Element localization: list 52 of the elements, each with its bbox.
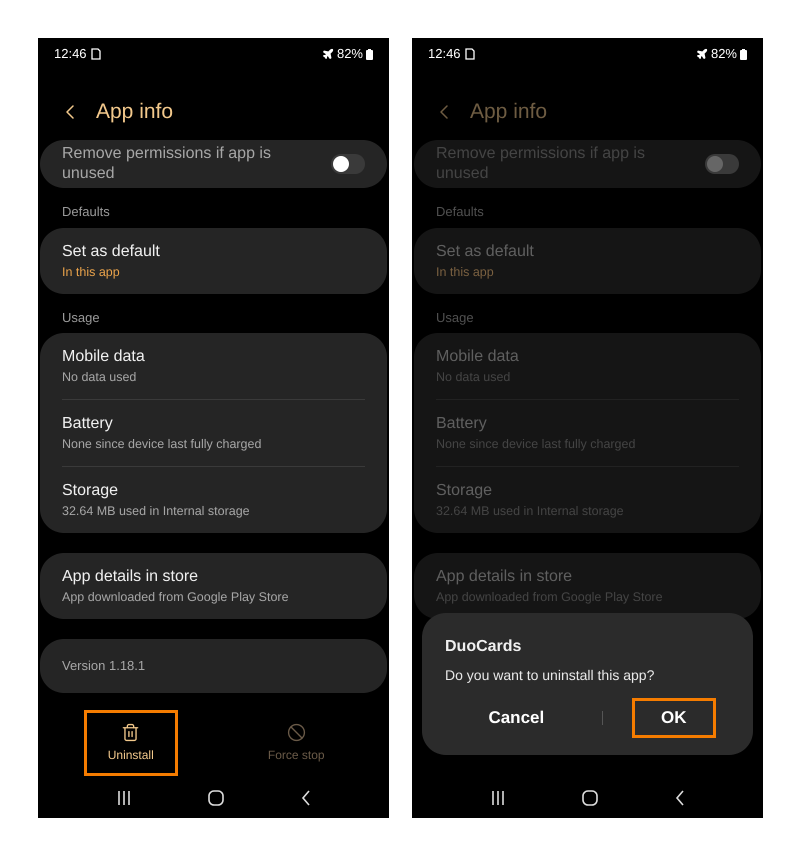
airplane-icon (696, 48, 708, 60)
item-title: Storage (62, 481, 120, 501)
battery-percent: 82% (336, 45, 363, 64)
battery-percent: 82% (710, 45, 737, 64)
back-nav-icon[interactable] (674, 790, 685, 806)
item-subtitle: In this app (62, 264, 121, 280)
item-title: Set as default (62, 242, 161, 262)
settings-item[interactable]: Storage 32.64 MB used in Internal storage (62, 466, 365, 533)
settings-item[interactable]: Mobile data No data used (62, 333, 365, 399)
item-subtitle: In this app (436, 264, 495, 280)
section-heading: Defaults (435, 203, 485, 221)
trash-icon (121, 722, 140, 742)
item-subtitle: App downloaded from Google Play Store (62, 589, 290, 606)
back-nav-icon[interactable] (300, 790, 311, 806)
item-title: Mobile data (436, 347, 520, 367)
item-title: Mobile data (62, 347, 146, 367)
page-title: App info (470, 99, 548, 126)
item-subtitle: 32.64 MB used in Internal storage (62, 503, 251, 520)
home-icon[interactable] (582, 790, 598, 806)
dialog-button[interactable]: Cancel (459, 698, 574, 738)
version-text: Version 1.18.1 (62, 657, 146, 676)
dialog-message: Do you want to uninstall this app? (445, 666, 656, 685)
item-title: Battery (436, 414, 488, 434)
home-icon[interactable] (208, 790, 224, 806)
sim-icon (464, 48, 476, 60)
recent-apps-icon[interactable] (116, 790, 132, 806)
section-heading: Usage (435, 308, 475, 327)
airplane-icon (322, 48, 334, 60)
item-subtitle: None since device last fully charged (62, 436, 262, 453)
section-heading: Defaults (61, 203, 111, 221)
setting-label: Remove permissions if app is unused (62, 144, 272, 184)
toggle-switch[interactable] (331, 154, 365, 174)
section-heading: Usage (61, 308, 101, 327)
no-entry-icon (286, 722, 306, 742)
item-title: Storage (436, 481, 494, 501)
dialog-title: DuoCards (445, 637, 522, 657)
toggle-switch[interactable] (705, 154, 739, 174)
action-button[interactable]: Uninstall (84, 710, 178, 776)
status-time: 12:46 (428, 45, 461, 64)
item-title: Battery (62, 414, 114, 434)
item-title: App details in store (436, 567, 574, 587)
sim-icon (90, 48, 102, 60)
item-title: App details in store (62, 567, 200, 587)
item-subtitle: No data used (62, 369, 138, 386)
battery-icon (366, 48, 373, 60)
item-title: Set as default (436, 242, 535, 262)
page-title: App info (96, 99, 174, 126)
recent-apps-icon[interactable] (490, 790, 506, 806)
settings-item[interactable]: Battery None since device last fully charged (62, 399, 365, 466)
dialog-button[interactable]: OK (632, 698, 716, 738)
battery-icon (740, 48, 747, 60)
status-time: 12:46 (54, 45, 87, 64)
